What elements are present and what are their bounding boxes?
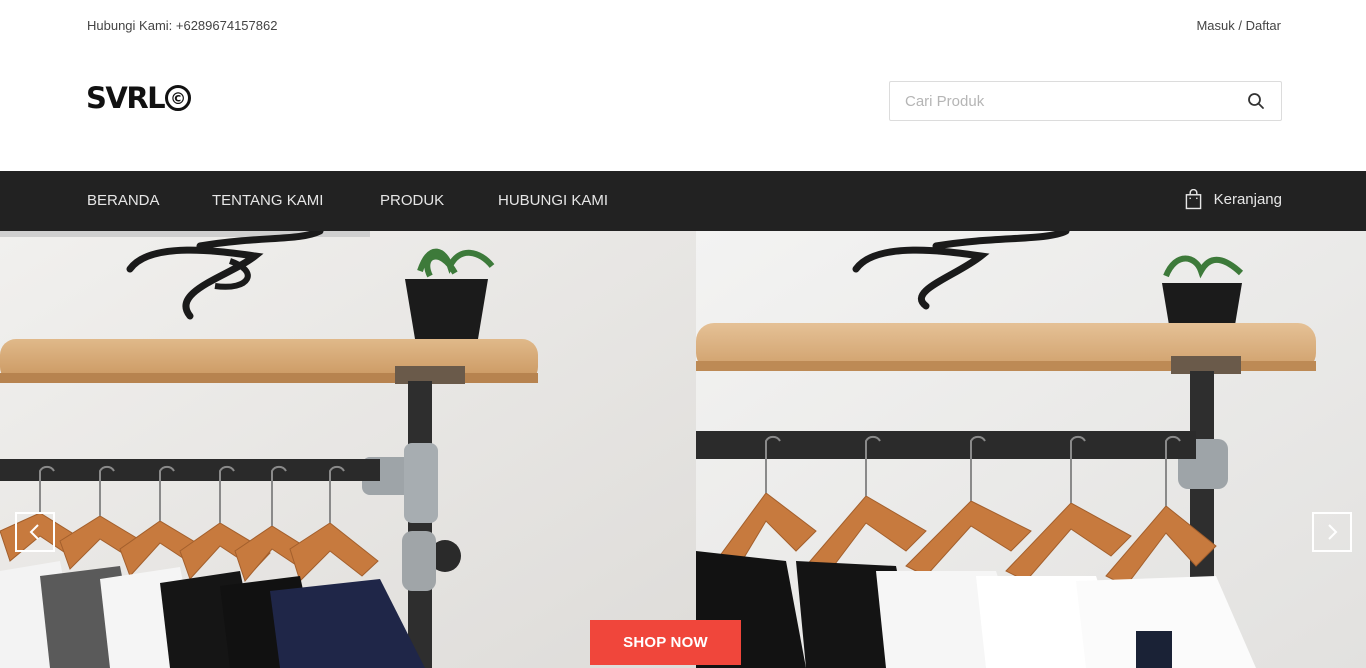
clothing-rack-photo-left bbox=[0, 231, 696, 668]
auth-links: Masuk / Daftar bbox=[1196, 18, 1281, 33]
hero-image-right bbox=[696, 231, 1366, 668]
cart-button[interactable]: Keranjang bbox=[1185, 189, 1282, 210]
shopping-bag-icon bbox=[1185, 189, 1201, 210]
shop-now-button[interactable]: SHOP NOW bbox=[590, 620, 741, 665]
search-box bbox=[889, 81, 1282, 121]
login-link[interactable]: Masuk bbox=[1196, 18, 1234, 33]
logo-text: SVRL bbox=[86, 81, 166, 115]
auth-separator: / bbox=[1234, 18, 1246, 33]
nav-item-hubungi-kami[interactable]: HUBUNGI KAMI bbox=[498, 192, 608, 209]
chevron-right-icon bbox=[1328, 524, 1338, 540]
slider-prev-button[interactable] bbox=[15, 512, 55, 552]
top-bar: Hubungi Kami: +6289674157862 Masuk / Daf… bbox=[0, 0, 1366, 52]
register-link[interactable]: Daftar bbox=[1246, 18, 1281, 33]
contact-info: Hubungi Kami: +6289674157862 bbox=[87, 18, 278, 33]
nav-item-tentang-kami[interactable]: TENTANG KAMI bbox=[212, 192, 323, 209]
search-icon[interactable] bbox=[1247, 92, 1265, 110]
hero-slider bbox=[0, 231, 1366, 668]
chevron-left-icon bbox=[29, 524, 39, 540]
site-logo[interactable]: SVRL © bbox=[86, 80, 192, 116]
clothing-rack-photo-right bbox=[696, 231, 1366, 668]
main-nav: BERANDA TENTANG KAMI PRODUK HUBUNGI KAMI… bbox=[0, 171, 1366, 231]
hero-image-left bbox=[0, 231, 696, 668]
nav-item-produk[interactable]: PRODUK bbox=[380, 192, 444, 209]
logo-copyright-mark: © bbox=[165, 85, 192, 111]
slider-next-button[interactable] bbox=[1312, 512, 1352, 552]
nav-item-beranda[interactable]: BERANDA bbox=[87, 192, 160, 209]
cart-label: Keranjang bbox=[1213, 191, 1282, 208]
search-input[interactable] bbox=[890, 82, 1230, 120]
